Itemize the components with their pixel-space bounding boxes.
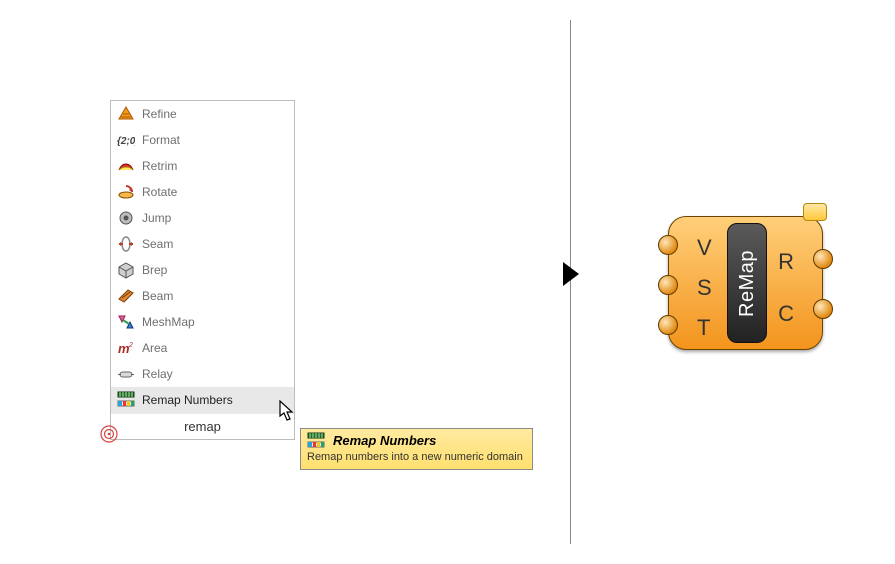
meshmap-icon	[117, 313, 135, 331]
component-tab-icon	[803, 203, 827, 221]
canvas-target-marker	[100, 425, 118, 443]
suggestion-label: Beam	[142, 289, 288, 303]
rotate-icon	[117, 183, 135, 201]
suggestion-format[interactable]: {2;0} Format	[111, 127, 294, 153]
tooltip-description: Remap numbers into a new numeric domain	[307, 451, 526, 463]
input-port-T[interactable]	[658, 315, 678, 335]
suggestion-label: Relay	[142, 367, 288, 381]
suggestion-seam[interactable]: Seam	[111, 231, 294, 257]
retrim-icon	[117, 157, 135, 175]
suggestion-label: Area	[142, 341, 288, 355]
remap-icon	[307, 432, 325, 448]
component-name: ReMap	[736, 250, 759, 317]
refine-icon	[117, 105, 135, 123]
input-label-T: T	[697, 317, 710, 339]
suggestion-refine[interactable]: Refine	[111, 101, 294, 127]
format-icon: {2;0}	[117, 131, 135, 149]
suggestion-label: MeshMap	[142, 315, 288, 329]
area-icon: m2	[117, 339, 135, 357]
component-core: ReMap	[727, 223, 767, 343]
output-label-R: R	[778, 251, 794, 273]
output-port-R[interactable]	[813, 249, 833, 269]
brep-icon	[117, 261, 135, 279]
relay-icon	[117, 365, 135, 383]
suggestion-remap-numbers[interactable]: Remap Numbers	[111, 387, 294, 413]
remap-icon	[117, 391, 135, 409]
suggestion-label: Jump	[142, 211, 288, 225]
suggestion-label: Refine	[142, 107, 288, 121]
svg-text:2: 2	[128, 342, 133, 349]
beam-icon	[117, 287, 135, 305]
suggestion-relay[interactable]: Relay	[111, 361, 294, 387]
suggestion-area[interactable]: m2 Area	[111, 335, 294, 361]
suggestion-retrim[interactable]: Retrim	[111, 153, 294, 179]
jump-icon	[117, 209, 135, 227]
tooltip: Remap Numbers Remap numbers into a new n…	[300, 428, 533, 470]
input-label-S: S	[697, 277, 712, 299]
search-input[interactable]	[111, 419, 294, 434]
divider-arrow-icon	[563, 262, 579, 286]
suggestion-jump[interactable]: Jump	[111, 205, 294, 231]
suggestion-label: Rotate	[142, 185, 288, 199]
suggestion-beam[interactable]: Beam	[111, 283, 294, 309]
input-port-V[interactable]	[658, 235, 678, 255]
tooltip-title: Remap Numbers	[333, 433, 436, 448]
seam-icon	[117, 235, 135, 253]
suggestion-meshmap[interactable]: MeshMap	[111, 309, 294, 335]
suggestion-label: Brep	[142, 263, 288, 277]
output-port-C[interactable]	[813, 299, 833, 319]
output-label-C: C	[778, 303, 794, 325]
input-label-V: V	[697, 237, 712, 259]
suggestion-label: Format	[142, 133, 288, 147]
input-port-S[interactable]	[658, 275, 678, 295]
search-row	[111, 413, 294, 439]
suggestion-brep[interactable]: Brep	[111, 257, 294, 283]
svg-text:{2;0}: {2;0}	[117, 136, 135, 147]
suggestion-label: Retrim	[142, 159, 288, 173]
suggestion-label: Remap Numbers	[142, 393, 288, 407]
suggestion-label: Seam	[142, 237, 288, 251]
remap-component[interactable]: V S T R C ReMap	[668, 216, 823, 350]
component-search-panel: Refine {2;0} Format Retrim Rotate Jump S…	[110, 100, 295, 440]
suggestion-rotate[interactable]: Rotate	[111, 179, 294, 205]
